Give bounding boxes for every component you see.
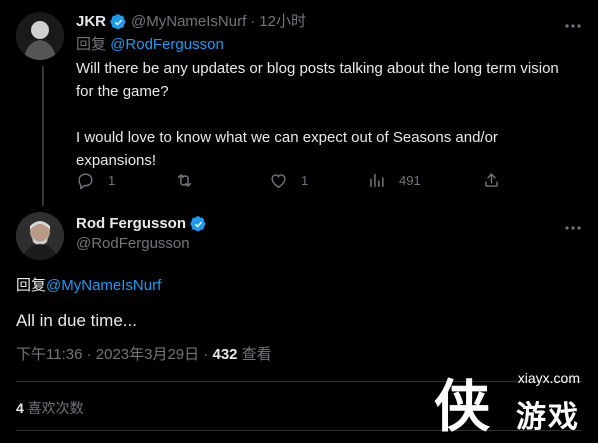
separator-dot: · [250,13,256,30]
tweet1-text-p1: Will there be any updates or blog posts … [76,60,559,100]
tweet-time[interactable]: 12小时 [259,12,306,32]
like-button[interactable]: 1 [269,168,308,192]
watermark-site: xiayx.com [517,370,580,386]
watermark: 侠 xiayx.com 游戏 [430,362,598,438]
author-handle[interactable]: @MyNameIsNurf [131,12,246,32]
share-button[interactable] [482,168,514,192]
watermark-text: 游戏 [516,401,580,434]
tweet2-header: Rod Fergusson [76,214,211,234]
views-count: 491 [399,172,421,188]
like-icon [271,173,286,188]
reply-context: 回复 @RodFergusson [76,35,224,55]
more-icon[interactable] [563,16,583,38]
tweet1-header: JKR @MyNameIsNurf · 12小时 [76,12,306,32]
tweet1-body: Will there be any updates or blog posts … [76,57,576,172]
tweet1-text-p2: I would love to know what we can expect … [76,129,498,169]
watermark-logo: 侠 [434,375,490,438]
author-name[interactable]: Rod Fergusson [76,214,186,234]
author-handle[interactable]: @RodFergusson [76,234,190,254]
views-icon [370,173,384,187]
views-number: 432 [212,346,238,363]
retweet-button[interactable] [175,168,207,192]
reply-prefix: 回复 [76,36,107,53]
reply-handle-link[interactable]: @RodFergusson [110,36,224,53]
tweet-meta: 下午11:36 · 2023年3月29日 · 432 查看 [16,345,272,365]
reply-prefix: 回复 [16,277,47,294]
retweet-icon [177,173,192,187]
more-icon[interactable] [563,218,583,240]
like-count: 1 [301,172,309,188]
verified-icon [110,13,127,31]
views-button[interactable]: 491 [367,168,421,192]
reply-icon [78,172,93,190]
views-label: 查看 [237,346,272,363]
likes-number: 4 [16,400,24,416]
tweet2-text: All in due time... [16,311,137,330]
timestamp[interactable]: 下午11:36 · 2023年3月29日 · [16,346,212,363]
author-name[interactable]: JKR [76,12,106,32]
reply-count: 1 [108,172,116,188]
reply-button[interactable]: 1 [76,168,115,192]
reply-context: 回复@MyNameIsNurf [16,276,161,296]
share-icon [485,172,498,187]
tweet1-actions: 1 1 491 [76,168,576,192]
avatar-jkr[interactable] [16,12,64,60]
likes-label: 喜欢次数 [23,400,84,416]
verified-icon [190,215,207,233]
thread-line [42,66,44,206]
avatar-rod-fergusson[interactable] [16,212,64,260]
likes-link[interactable]: 4 喜欢次数 [16,398,84,418]
reply-handle-link[interactable]: @MyNameIsNurf [46,277,161,294]
